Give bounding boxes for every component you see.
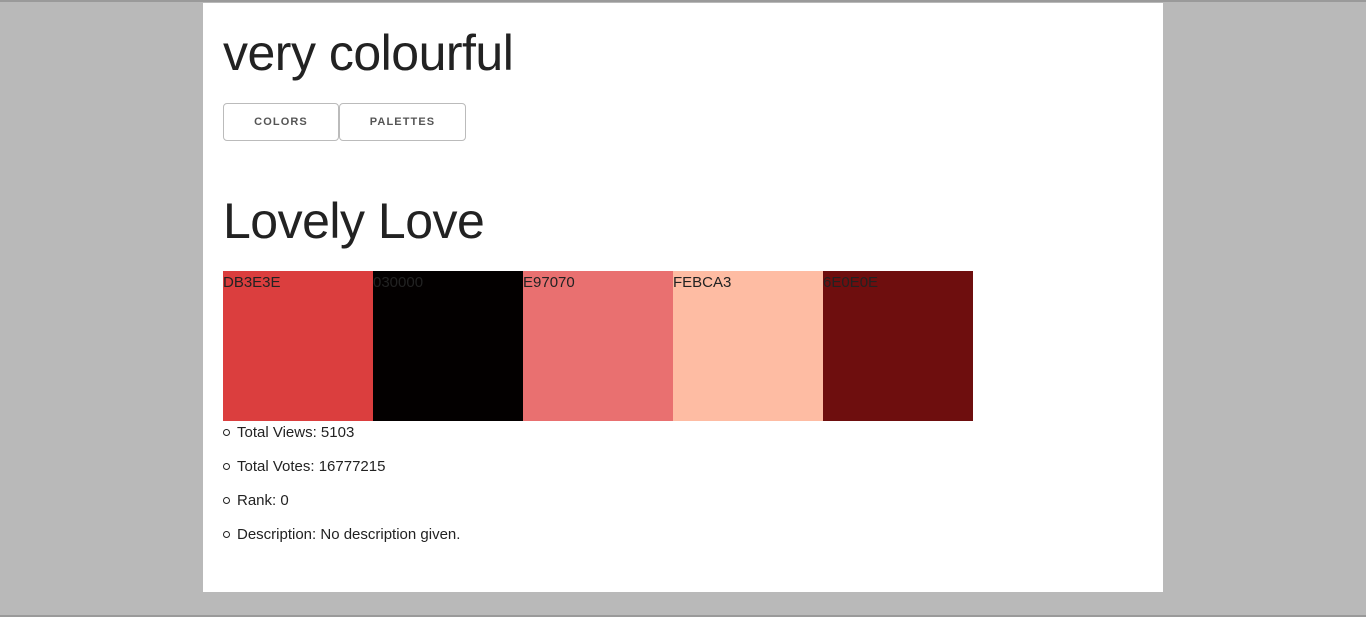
- stat-total-views: Total Views: 5103: [223, 423, 460, 457]
- color-swatch[interactable]: FEBCA3: [673, 271, 823, 421]
- color-swatch[interactable]: 6E0E0E: [823, 271, 973, 421]
- color-swatch[interactable]: E97070: [523, 271, 673, 421]
- stat-rank: Rank: 0: [223, 491, 460, 525]
- swatch-hex-label: FEBCA3: [673, 274, 732, 291]
- swatch-hex-label: DB3E3E: [223, 274, 281, 291]
- window-top-border: [0, 0, 1366, 2]
- main-nav: COLORS PALETTES: [223, 103, 466, 141]
- stat-total-votes: Total Votes: 16777215: [223, 457, 460, 491]
- color-swatch[interactable]: DB3E3E: [223, 271, 373, 421]
- site-title: very colourful: [223, 25, 514, 81]
- swatch-hex-label: 030000: [373, 274, 424, 291]
- swatch-hex-label: E97070: [523, 274, 575, 291]
- stat-description: Description: No description given.: [223, 525, 460, 559]
- palettes-button[interactable]: PALETTES: [339, 103, 466, 141]
- palette-stats-list: Total Views: 5103 Total Votes: 16777215 …: [223, 423, 460, 559]
- color-swatch[interactable]: 030000: [373, 271, 523, 421]
- palette-title: Lovely Love: [223, 193, 485, 249]
- swatch-hex-label: 6E0E0E: [823, 274, 879, 291]
- palette-swatches: DB3E3E 030000 E97070 FEBCA3 6E0E0E: [223, 271, 973, 421]
- colors-button[interactable]: COLORS: [223, 103, 339, 141]
- page-container: very colourful COLORS PALETTES Lovely Lo…: [203, 3, 1163, 592]
